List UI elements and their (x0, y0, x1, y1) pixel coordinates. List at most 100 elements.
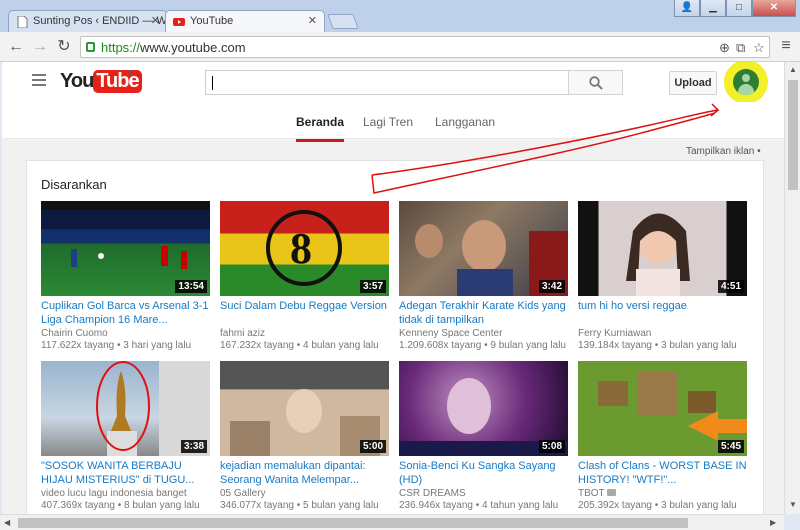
channel-name: TBOT (578, 488, 605, 499)
video-thumbnail[interactable]: 8 3:57 (220, 201, 389, 296)
recommended-shelf: Disarankan 13:54 Cuplikan Gol Barca vs A… (26, 160, 764, 514)
reload-icon[interactable]: ↻ (54, 37, 74, 57)
video-meta: 167.232x tayang • 4 bulan yang lalu (220, 340, 379, 351)
tab-lagi-tren[interactable]: Lagi Tren (363, 115, 413, 139)
video-age: 3 bulan yang lalu (661, 500, 737, 511)
video-meta: 205.392x tayang • 3 bulan yang lalu (578, 500, 737, 511)
scroll-left-icon[interactable]: ◀ (4, 518, 10, 527)
video-meta: 139.184x tayang • 3 bulan yang lalu (578, 340, 737, 351)
video-title[interactable]: Suci Dalam Debu Reggae Version (220, 299, 390, 327)
upload-button[interactable]: Upload (669, 71, 717, 95)
back-arrow-icon[interactable]: ← (6, 37, 26, 57)
video-views: 407.369x tayang (41, 500, 115, 511)
video-thumbnail[interactable]: 5:45 (578, 361, 747, 456)
video-meta: 346.077x tayang • 5 bulan yang lalu (220, 500, 379, 511)
video-duration: 4:51 (717, 280, 744, 293)
close-icon[interactable]: ✕ (308, 14, 317, 27)
video-thumbnail[interactable]: 3:42 (399, 201, 568, 296)
video-title[interactable]: kejadian memalukan dipantai: Seorang Wan… (220, 459, 390, 487)
close-button[interactable]: ✕ (752, 0, 796, 17)
maximize-button[interactable]: □ (726, 0, 752, 17)
tab-sunting-pos[interactable]: Sunting Pos ‹ ENDIID — W ✕ (8, 10, 168, 32)
page-icon (17, 16, 28, 28)
video-channel[interactable]: Ferry Kurniawan (578, 328, 748, 339)
search-input[interactable] (205, 70, 569, 95)
video-views: 139.184x tayang (578, 340, 652, 351)
video-item[interactable]: 5:45 Clash of Clans - WORST BASE IN HIST… (578, 361, 748, 511)
verified-icon (607, 489, 617, 496)
video-title[interactable]: "SOSOK WANITA BERBAJU HIJAU MISTERIUS" d… (41, 459, 211, 487)
scroll-thumb[interactable] (18, 518, 688, 528)
video-age: 8 bulan yang lalu (124, 500, 200, 511)
video-title[interactable]: Clash of Clans - WORST BASE IN HISTORY! … (578, 459, 748, 487)
video-item[interactable]: 5:08 Sonia-Benci Ku Sangka Sayang (HD) C… (399, 361, 569, 511)
video-channel[interactable]: Chairin Cuomo (41, 328, 211, 339)
tab-youtube[interactable]: YouTube ✕ (165, 10, 325, 32)
video-channel[interactable]: Kenneny Space Center (399, 328, 569, 339)
video-duration: 13:54 (175, 280, 207, 293)
video-item[interactable]: 13:54 Cuplikan Gol Barca vs Arsenal 3-1 … (41, 201, 211, 351)
user-icon[interactable]: 👤 (674, 0, 700, 17)
video-thumbnail[interactable]: 13:54 (41, 201, 210, 296)
video-meta: 407.369x tayang • 8 bulan yang lalu (41, 500, 200, 511)
video-thumbnail[interactable]: 5:08 (399, 361, 568, 456)
video-title[interactable]: Sonia-Benci Ku Sangka Sayang (HD) (399, 459, 569, 487)
video-channel[interactable]: CSR DREAMS (399, 488, 569, 499)
scroll-right-icon[interactable]: ▶ (770, 518, 776, 527)
zoom-icon[interactable]: ⊕ (719, 40, 730, 56)
video-item[interactable]: 5:00 kejadian memalukan dipantai: Seoran… (220, 361, 390, 511)
video-title[interactable]: Cuplikan Gol Barca vs Arsenal 3-1 Liga C… (41, 299, 211, 327)
url-scheme: https:// (101, 40, 141, 55)
video-channel[interactable]: video lucu lagu indonesia banget (41, 488, 211, 499)
video-item[interactable]: 8 3:57 Suci Dalam Debu Reggae Version fa… (220, 201, 390, 351)
star-icon[interactable]: ☆ (753, 40, 765, 56)
youtube-page: You Tube ID Upload Beranda Lagi Tren Lang… (2, 62, 784, 514)
video-age: 3 hari yang lalu (123, 340, 192, 351)
text-cursor (212, 76, 213, 90)
new-tab-button[interactable] (327, 14, 359, 29)
video-thumbnail[interactable]: 3:38 (41, 361, 210, 456)
forward-arrow-icon[interactable]: → (30, 37, 50, 57)
avatar[interactable] (733, 69, 759, 95)
browser-toolbar: ← → ↻ https://www.youtube.com ⊕ ⧉ ☆ ≡ (0, 32, 800, 62)
close-icon[interactable]: ✕ (151, 14, 160, 27)
avatar-body-icon (738, 84, 754, 95)
tab-title: YouTube (190, 15, 234, 27)
video-duration: 5:08 (538, 440, 565, 453)
video-duration: 3:57 (359, 280, 386, 293)
hamburger-icon[interactable] (32, 74, 46, 86)
scroll-down-icon[interactable]: ▼ (789, 500, 797, 509)
tab-beranda[interactable]: Beranda (296, 115, 345, 142)
video-meta: 236.946x tayang • 4 tahun yang lalu (399, 500, 559, 511)
show-ads-toggle[interactable]: Tampilkan iklan • (686, 146, 761, 157)
video-item[interactable]: 3:38 "SOSOK WANITA BERBAJU HIJAU MISTERI… (41, 361, 211, 511)
video-channel[interactable]: TBOT (578, 488, 748, 499)
show-ads-label: Tampilkan iklan (686, 146, 755, 157)
scroll-up-icon[interactable]: ▲ (789, 65, 797, 74)
video-age: 4 tahun yang lalu (482, 500, 559, 511)
video-item[interactable]: 3:42 Adegan Terakhir Karate Kids yang ti… (399, 201, 569, 351)
video-age: 4 bulan yang lalu (303, 340, 379, 351)
vertical-scrollbar[interactable]: ▲ ▼ (784, 62, 800, 514)
video-channel[interactable]: 05 Gallery (220, 488, 390, 499)
video-thumbnail[interactable]: 5:00 (220, 361, 389, 456)
video-title[interactable]: tum hi ho versi reggae (578, 299, 748, 327)
video-thumbnail[interactable]: 4:51 (578, 201, 747, 296)
address-bar[interactable]: https://www.youtube.com ⊕ ⧉ ☆ (80, 36, 770, 58)
horizontal-scrollbar[interactable]: ◀ ▶ (0, 514, 784, 530)
translate-icon[interactable]: ⧉ (736, 40, 745, 56)
video-title[interactable]: Adegan Terakhir Karate Kids yang tidak d… (399, 299, 569, 327)
logo-tube: Tube (93, 70, 142, 93)
video-channel[interactable]: fahmi aziz (220, 328, 390, 339)
logo-you: You (60, 70, 94, 92)
video-duration: 3:38 (180, 440, 207, 453)
search-button[interactable] (568, 70, 623, 95)
youtube-favicon-icon (173, 18, 185, 26)
minimize-button[interactable]: ▁ (700, 0, 726, 17)
video-views: 1.209.608x tayang (399, 340, 482, 351)
video-item[interactable]: 4:51 tum hi ho versi reggae Ferry Kurnia… (578, 201, 748, 351)
tab-langganan[interactable]: Langganan (435, 115, 495, 139)
menu-icon[interactable]: ≡ (778, 37, 794, 55)
youtube-logo[interactable]: You Tube ID (60, 70, 142, 94)
scroll-thumb[interactable] (788, 80, 798, 190)
